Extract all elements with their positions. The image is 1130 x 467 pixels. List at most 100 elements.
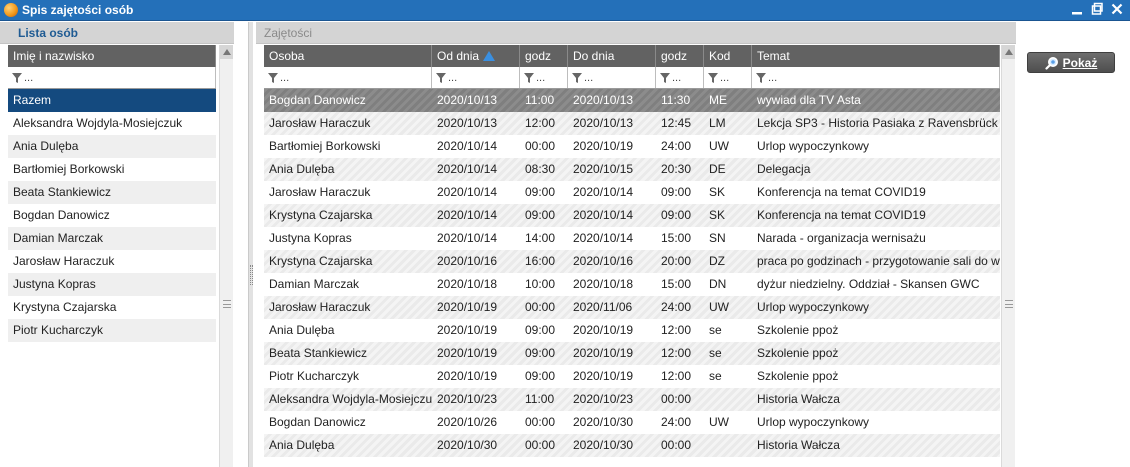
filter-icon — [708, 72, 718, 83]
cell-subject: Lekcja SP3 - Historia Pasiaka z Ravensbr… — [757, 116, 998, 130]
table-row[interactable]: Jarosław Haraczuk 2020/10/14 09:00 2020/10/… — [264, 181, 1000, 204]
scroll-up-arrow-icon[interactable] — [220, 45, 233, 59]
person-list-item[interactable]: Aleksandra Wojdyla-Mosiejczuk — [8, 112, 216, 135]
cell-to-time: 20:30 — [661, 162, 692, 176]
column-header-subject[interactable]: Temat — [752, 45, 1000, 67]
table-row[interactable]: Krystyna Czajarska 2020/10/14 09:00 2020/10… — [264, 204, 1000, 227]
cell-from-date: 2020/10/30 — [437, 438, 498, 452]
table-row[interactable]: Ania Dulęba 2020/10/14 08:30 2020/10/15 20:3… — [264, 158, 1000, 181]
table-row[interactable]: Bartłomiej Borkowski 2020/10/14 00:00 2020/… — [264, 135, 1000, 158]
show-button[interactable]: Pokaż — [1027, 52, 1115, 73]
column-header-from-time[interactable]: godz — [520, 45, 568, 67]
cell-to-time: 20:00 — [661, 254, 692, 268]
cell-from-time: 09:00 — [525, 346, 556, 360]
filter-icon — [756, 72, 766, 83]
cell-subject: Konferencja na temat COVID19 — [757, 185, 926, 199]
filter-cell[interactable]: ... — [264, 67, 432, 88]
cell-from-date: 2020/10/13 — [437, 116, 498, 130]
cell-to-date: 2020/10/14 — [573, 231, 634, 245]
cell-subject: Narada - organizacja wernisażu — [757, 231, 926, 245]
filter-text: ... — [584, 71, 594, 84]
column-header-person[interactable]: Osoba — [264, 45, 432, 67]
cell-person: Piotr Kucharczyk — [269, 369, 360, 383]
cell-subject: Delegacja — [757, 162, 811, 176]
filter-icon — [12, 72, 22, 83]
filter-cell[interactable]: ... — [704, 67, 752, 88]
table-row[interactable]: Aleksandra Wojdyla-Mosiejczuk 2020/10/23 1… — [264, 388, 1000, 411]
cell-person: Ania Dulęba — [269, 162, 335, 176]
person-list-item[interactable]: Piotr Kucharczyk — [8, 319, 216, 342]
cell-code: se — [709, 369, 722, 383]
table-row[interactable]: Jarosław Haraczuk 2020/10/13 12:00 2020/10/… — [264, 112, 1000, 135]
cell-to-date: 2020/10/19 — [573, 139, 634, 153]
occupancy-scrollbar[interactable] — [1001, 45, 1015, 467]
person-list-scrollbar[interactable] — [219, 45, 233, 467]
table-row[interactable]: Krystyna Czajarska 2020/10/16 16:00 2020/10… — [264, 250, 1000, 273]
table-row[interactable]: Justyna Kopras 2020/10/14 14:00 2020/10/14 1… — [264, 227, 1000, 250]
filter-cell[interactable]: ... — [520, 67, 568, 88]
window-title: Spis zajętości osób — [22, 3, 134, 17]
filter-text: ... — [768, 71, 778, 84]
cell-subject: Urlop wypoczynkowy — [757, 415, 870, 429]
cell-from-time: 00:00 — [525, 438, 556, 452]
column-header-to-time[interactable]: godz — [656, 45, 704, 67]
cell-to-time: 12:00 — [661, 346, 692, 360]
cell-to-date: 2020/10/15 — [573, 162, 634, 176]
cell-code: SK — [709, 208, 726, 222]
scrollbar-grip-icon[interactable] — [1005, 300, 1013, 308]
cell-person: Beata Stankiewicz — [269, 346, 368, 360]
panel-splitter[interactable] — [248, 22, 253, 467]
person-list: Imię i nazwisko ... Razem Aleksandra Wojd… — [8, 45, 216, 342]
table-row[interactable]: Jarosław Haraczuk 2020/10/19 00:00 2020/11/… — [264, 296, 1000, 319]
filter-cell[interactable]: ... — [568, 67, 656, 88]
person-list-title: Lista osób — [0, 22, 234, 44]
cell-subject: praca po godzinach - przygotowanie sali … — [757, 254, 1000, 268]
person-list-item[interactable]: Justyna Kopras — [8, 273, 216, 296]
filter-cell[interactable]: ... — [656, 67, 704, 88]
cell-person: Bogdan Danowicz — [269, 93, 366, 107]
table-row[interactable]: Ania Dulęba 2020/10/30 00:00 2020/10/30 00:0… — [264, 434, 1000, 457]
filter-cell[interactable]: ... — [432, 67, 520, 88]
person-list-item[interactable]: Beata Stankiewicz — [8, 181, 216, 204]
person-rows: Razem Aleksandra Wojdyla-Mosiejczuk Ania D… — [8, 89, 216, 342]
cell-subject: wywiad dla TV Asta — [757, 93, 861, 107]
filter-cell[interactable]: ... — [752, 67, 1000, 88]
table-row[interactable]: Damian Marczak 2020/10/18 10:00 2020/10/18 1… — [264, 273, 1000, 296]
person-list-item[interactable]: Razem — [8, 89, 216, 112]
table-row[interactable]: Bogdan Danowicz 2020/10/26 00:00 2020/10/30… — [264, 411, 1000, 434]
cell-code — [704, 434, 752, 457]
table-row[interactable]: Piotr Kucharczyk 2020/10/19 09:00 2020/10/1… — [264, 365, 1000, 388]
person-filter-cell[interactable]: ... — [8, 67, 216, 88]
cell-subject: Historia Wałcza — [757, 392, 840, 406]
person-list-item[interactable]: Ania Dulęba — [8, 135, 216, 158]
table-row[interactable]: Bogdan Danowicz 2020/10/13 11:00 2020/10/13… — [264, 89, 1000, 112]
person-list-item[interactable]: Bogdan Danowicz — [8, 204, 216, 227]
person-list-item[interactable]: Damian Marczak — [8, 227, 216, 250]
cell-to-time: 12:45 — [661, 116, 692, 130]
cell-subject: Historia Wałcza — [757, 438, 840, 452]
restore-icon[interactable] — [1090, 2, 1104, 18]
cell-from-time: 00:00 — [525, 415, 556, 429]
column-header-code[interactable]: Kod — [704, 45, 752, 67]
column-header-from-date[interactable]: Od dnia — [432, 45, 520, 67]
cell-person: Jarosław Haraczuk — [269, 300, 371, 314]
minimize-icon[interactable] — [1070, 2, 1084, 18]
scrollbar-grip-icon[interactable] — [223, 300, 231, 308]
cell-to-date: 2020/10/13 — [573, 93, 634, 107]
person-list-item[interactable]: Krystyna Czajarska — [8, 296, 216, 319]
cell-code: DE — [709, 162, 726, 176]
table-row[interactable]: Ania Dulęba 2020/10/19 09:00 2020/10/19 12:0… — [264, 319, 1000, 342]
column-header-name[interactable]: Imię i nazwisko — [8, 45, 216, 67]
cell-person: Bogdan Danowicz — [269, 415, 366, 429]
cell-from-time: 16:00 — [525, 254, 556, 268]
person-list-item[interactable]: Jarosław Haraczuk — [8, 250, 216, 273]
person-list-item[interactable]: Bartłomiej Borkowski — [8, 158, 216, 181]
cell-subject: Urlop wypoczynkowy — [757, 300, 870, 314]
column-header-to-date[interactable]: Do dnia — [568, 45, 656, 67]
cell-to-time: 00:00 — [661, 392, 692, 406]
cell-from-date: 2020/10/14 — [437, 162, 498, 176]
cell-code: DZ — [709, 254, 725, 268]
table-row[interactable]: Beata Stankiewicz 2020/10/19 09:00 2020/10/… — [264, 342, 1000, 365]
scroll-up-arrow-icon[interactable] — [1002, 45, 1015, 59]
close-icon[interactable] — [1110, 2, 1124, 18]
